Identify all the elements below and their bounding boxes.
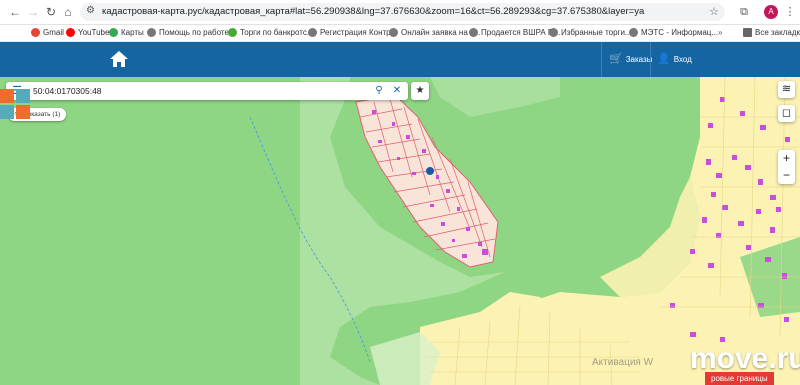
user-icon: 👤 [657, 53, 671, 65]
cart-icon: 🛒 [609, 53, 623, 65]
bookmark-item[interactable]: Gmail [31, 27, 64, 39]
login-button[interactable]: 👤 Вход [657, 53, 692, 66]
bookmark-item[interactable]: Торги по банкротс... [228, 27, 314, 39]
layers-icon[interactable]: ≋ [778, 81, 795, 98]
location-marker [426, 167, 434, 175]
close-icon[interactable]: ✕ [390, 84, 404, 98]
more-bookmarks-icon[interactable]: » [718, 27, 722, 39]
back-icon[interactable]: ← [7, 4, 23, 20]
url-text[interactable]: кадастровая-карта.рус/кадастровая_карта#… [102, 6, 644, 17]
move-watermark-text: move.ru [690, 342, 800, 375]
reload-icon[interactable]: ↻ [43, 4, 59, 20]
profile-avatar[interactable]: A [764, 5, 778, 19]
bookmark-item[interactable]: Карты [109, 27, 144, 39]
forward-icon[interactable]: → [25, 4, 41, 20]
square-tool-icon[interactable]: ◻ [778, 105, 795, 122]
extensions-icon[interactable]: ⧉ [737, 5, 751, 19]
bookmark-item[interactable]: Продается ВШРА П... [469, 27, 560, 39]
bookmark-star-icon[interactable]: ☆ [709, 5, 719, 18]
zoom-out-button[interactable]: − [778, 167, 795, 184]
favorite-star-icon[interactable]: ★ [411, 82, 429, 100]
home-icon[interactable] [109, 49, 129, 69]
bookmark-item[interactable]: Избранные торги... [549, 27, 632, 39]
home-browser-icon[interactable]: ⌂ [60, 4, 76, 20]
zoom-in-button[interactable]: + [778, 150, 795, 167]
map-canvas[interactable]: ☰ 50:04:0170305:48 ⚲ ✕ ★ 👁 показать (1) … [0, 77, 800, 385]
divider [601, 42, 602, 77]
divider [650, 42, 651, 77]
bookmark-item[interactable]: Помощь по работе... [147, 27, 236, 39]
bookmark-item[interactable]: Онлайн заявка на з... [389, 27, 480, 39]
bookmark-item[interactable]: Регистрация Контр... [308, 27, 397, 39]
browser-toolbar: ← → ↻ ⌂ ⚙ кадастровая-карта.рус/кадастро… [0, 0, 800, 25]
search-icon[interactable]: ⚲ [372, 84, 386, 98]
move-logo [0, 89, 30, 119]
orders-button[interactable]: 🛒 Заказы [609, 53, 652, 66]
borders-label[interactable]: ровые границы [705, 372, 774, 385]
more-menu-icon[interactable]: ⋮ [783, 5, 797, 19]
bookmark-item[interactable]: YouTube [66, 27, 109, 39]
address-bar[interactable]: ⚙ кадастровая-карта.рус/кадастровая_карт… [80, 3, 725, 21]
site-info-icon[interactable]: ⚙ [86, 5, 95, 16]
site-header: 🛒 Заказы 👤 Вход [0, 42, 800, 77]
bookmarks-bar: Gmail YouTube Карты Помощь по работе... … [0, 25, 800, 42]
zoom-control: + − [778, 150, 795, 184]
bookmark-item[interactable]: МЭТС - Информац... [629, 27, 718, 39]
activation-watermark: Активация W [592, 357, 654, 368]
all-bookmarks[interactable]: Все закладки [743, 27, 800, 39]
